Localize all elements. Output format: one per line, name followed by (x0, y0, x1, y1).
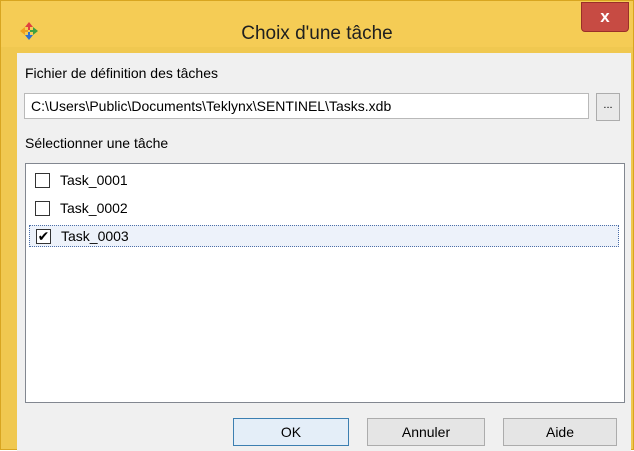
dialog-title: Choix d'une tâche (241, 23, 393, 44)
task-item[interactable]: Task_0001 (29, 170, 619, 192)
task-item-selected[interactable]: ✔ Task_0003 (29, 225, 619, 247)
title-bar[interactable]: Choix d'une tâche x (1, 1, 633, 47)
ok-button[interactable]: OK (233, 418, 349, 446)
task-checkbox[interactable] (35, 173, 50, 188)
cancel-button[interactable]: Annuler (367, 418, 485, 446)
task-label: Task_0001 (60, 172, 128, 188)
dialog-window: Choix d'une tâche x Fichier de définitio… (0, 0, 634, 451)
task-checkbox-checked[interactable]: ✔ (36, 229, 51, 244)
task-label: Task_0003 (61, 228, 129, 244)
task-checkbox[interactable] (35, 201, 50, 216)
help-button[interactable]: Aide (503, 418, 617, 446)
task-file-path-input[interactable] (24, 93, 589, 119)
task-label: Task_0002 (60, 200, 128, 216)
task-list[interactable]: Task_0001 Task_0002 ✔ Task_0003 (25, 163, 625, 403)
task-item[interactable]: Task_0002 (29, 198, 619, 220)
close-button[interactable]: x (581, 2, 629, 32)
close-icon: x (600, 7, 610, 26)
select-task-label: Sélectionner une tâche (25, 135, 169, 151)
file-definition-label: Fichier de définition des tâches (25, 65, 218, 81)
browse-button[interactable]: ... (596, 93, 620, 121)
dialog-body: Fichier de définition des tâches ... Sél… (17, 53, 631, 451)
